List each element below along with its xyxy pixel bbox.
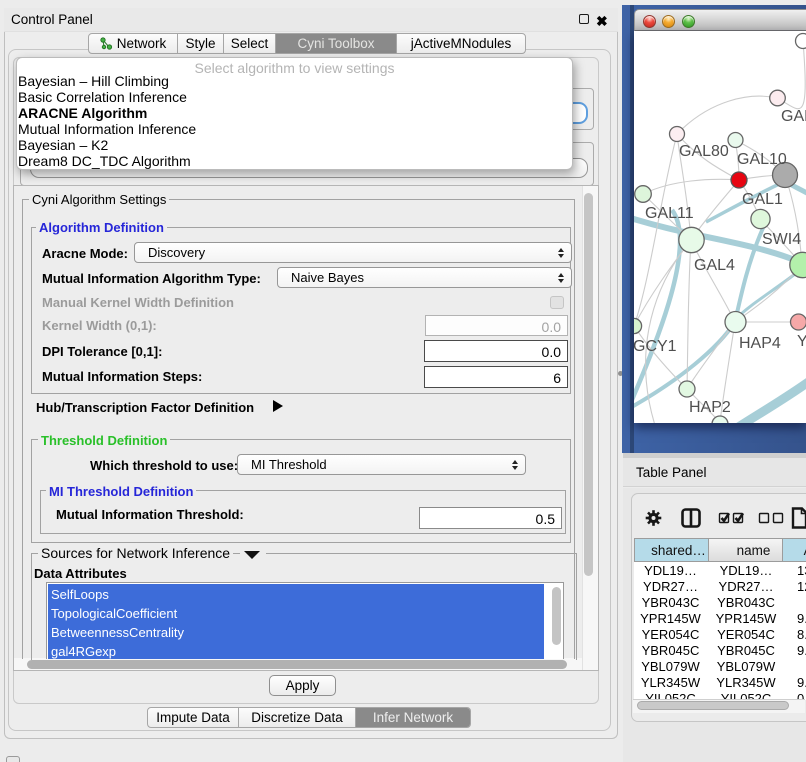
svg-text:GAL11: GAL11 [645, 205, 694, 222]
svg-text:HAP2: HAP2 [689, 399, 731, 416]
svg-text:GAL80: GAL80 [679, 143, 729, 160]
svg-text:GAL1: GAL1 [742, 191, 783, 208]
svg-text:SWI4: SWI4 [762, 231, 801, 248]
svg-text:GAL2: GAL2 [781, 108, 806, 125]
svg-text:GAL10: GAL10 [737, 151, 787, 168]
svg-text:HAP4: HAP4 [739, 335, 781, 352]
svg-text:GAL4: GAL4 [694, 257, 735, 274]
svg-text:YE: YE [797, 333, 806, 350]
svg-text:GCY1: GCY1 [634, 338, 677, 355]
